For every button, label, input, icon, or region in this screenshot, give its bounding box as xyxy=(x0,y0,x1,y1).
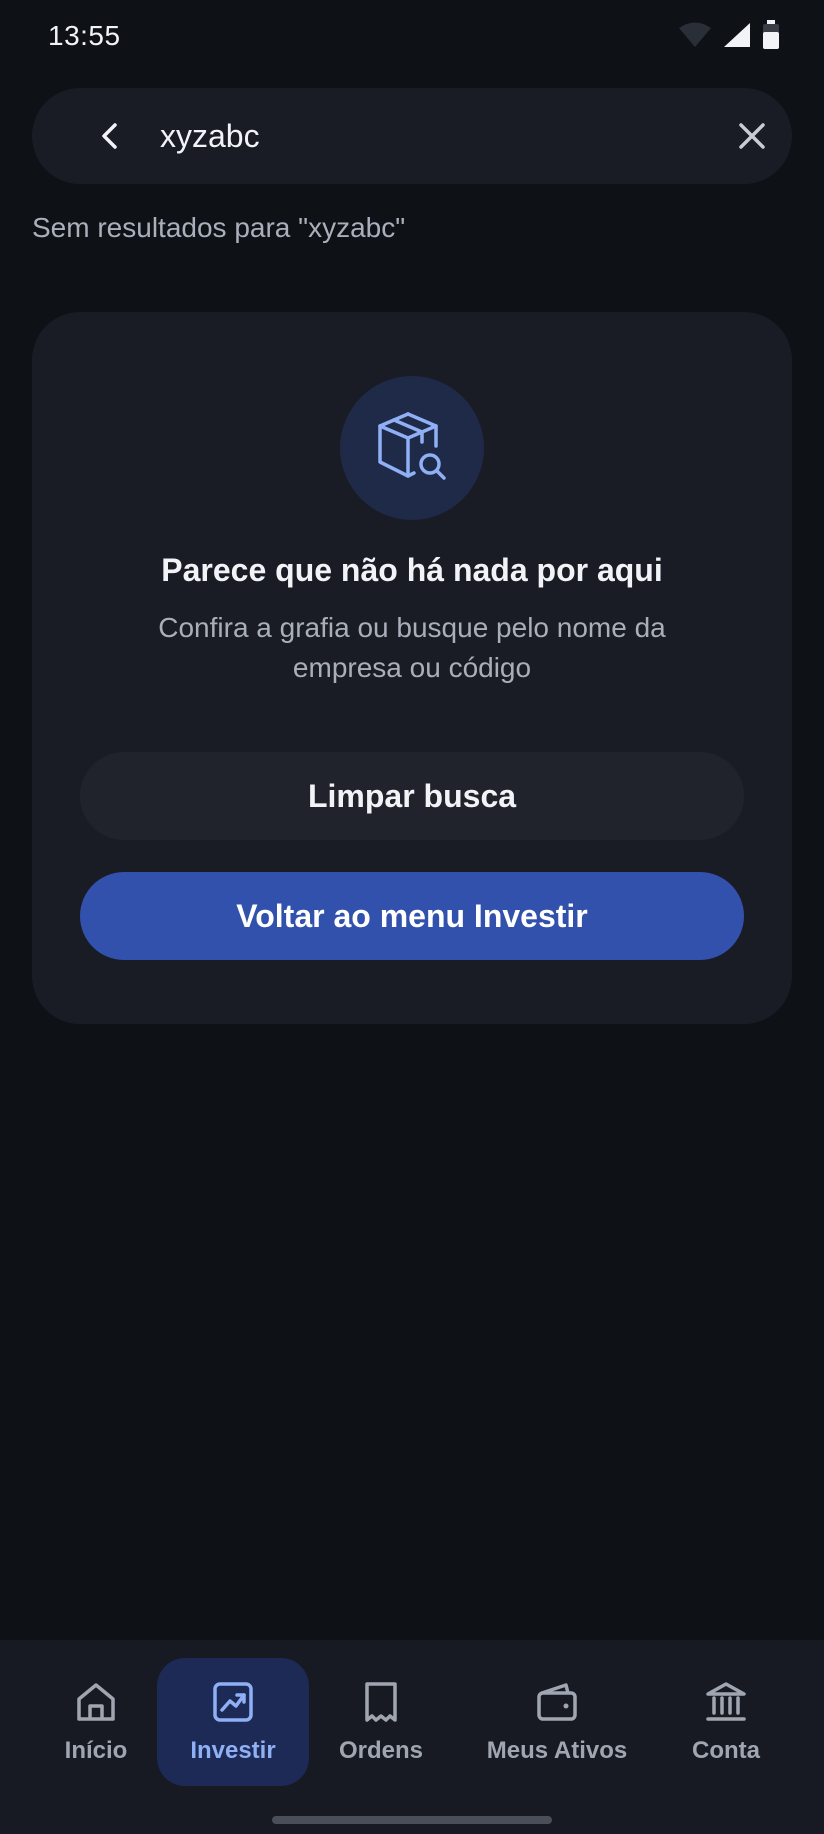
bank-icon xyxy=(703,1679,749,1725)
nav-label-investir: Investir xyxy=(190,1737,276,1764)
back-arrow-icon[interactable] xyxy=(92,118,128,154)
clear-search-button[interactable]: Limpar busca xyxy=(80,752,744,840)
nav-item-conta[interactable]: Conta xyxy=(670,1658,782,1786)
nav-item-inicio[interactable]: Início xyxy=(40,1658,152,1786)
battery-icon xyxy=(762,20,780,50)
chart-up-icon xyxy=(210,1679,256,1725)
receipt-icon xyxy=(358,1679,404,1725)
nav-item-ordens[interactable]: Ordens xyxy=(325,1658,437,1786)
nav-label-conta: Conta xyxy=(692,1737,760,1764)
box-search-icon xyxy=(374,408,450,489)
search-input[interactable] xyxy=(160,110,720,162)
screen: 13:55 xyzabc Sem resultados para "xyzabc… xyxy=(0,0,824,1834)
bottom-nav: Início Investir Ordens Meus Ativos Conta xyxy=(0,1640,824,1834)
status-icons xyxy=(678,20,780,50)
nav-label-inicio: Início xyxy=(64,1737,128,1764)
close-icon[interactable] xyxy=(736,120,768,152)
back-to-invest-button[interactable]: Voltar ao menu Investir xyxy=(80,872,744,960)
status-bar: 13:55 xyxy=(0,0,824,76)
wallet-icon xyxy=(534,1679,580,1725)
empty-state-card: Parece que não há nada por aqui Confira … xyxy=(32,312,792,1024)
nav-label-meus-ativos: Meus Ativos xyxy=(486,1737,628,1764)
empty-state-subtitle: Confira a grafia ou busque pelo nome da … xyxy=(158,612,666,683)
status-time: 13:55 xyxy=(48,20,121,51)
no-results-text: Sem resultados para "xyzabc" xyxy=(32,212,406,243)
search-bar xyxy=(32,88,792,184)
signal-icon xyxy=(722,21,752,49)
empty-icon-circle xyxy=(340,376,484,520)
home-indicator[interactable] xyxy=(272,1816,552,1824)
wifi-icon xyxy=(678,21,712,49)
home-icon xyxy=(73,1679,119,1725)
nav-item-investir[interactable]: Investir xyxy=(157,1658,309,1786)
empty-state-title: Parece que não há nada por aqui xyxy=(161,552,663,588)
nav-label-ordens: Ordens xyxy=(338,1737,424,1764)
nav-item-meus-ativos[interactable]: Meus Ativos xyxy=(476,1658,638,1786)
